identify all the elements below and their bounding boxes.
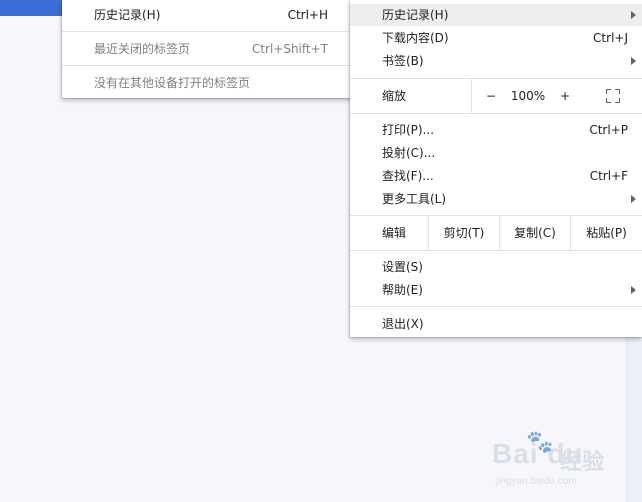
menu-divider [350, 113, 642, 114]
menu-item-label: 打印(P)... [382, 123, 435, 137]
menu-divider [62, 65, 352, 66]
menu-item-label: 书签(B) [382, 54, 424, 68]
menu-divider [350, 250, 642, 251]
submenu-item-label: 历史记录(H) [94, 8, 161, 22]
menu-item-help[interactable]: 帮助(E) [350, 279, 642, 301]
submenu-item-recently-closed: 最近关闭的标签页 Ctrl+Shift+T [62, 38, 352, 60]
zoom-row: 缩放 − 100% + [350, 79, 642, 113]
shortcut-text: Ctrl+F [589, 169, 628, 183]
shortcut-text: Ctrl+H [287, 8, 328, 22]
menu-item-more-tools[interactable]: 更多工具(L) [350, 188, 642, 210]
menu-divider [62, 31, 352, 32]
menu-item-label: 退出(X) [382, 317, 424, 331]
watermark-cn: 经验 [560, 450, 605, 475]
menu-item-label: 设置(S) [382, 260, 423, 274]
submenu-item-label: 没有在其他设备打开的标签页 [94, 76, 251, 90]
shortcut-text: Ctrl+Shift+T [251, 42, 328, 56]
cut-button[interactable]: 剪切(T) [429, 216, 499, 250]
zoom-level: 100% [510, 89, 546, 103]
zoom-label: 缩放 [382, 89, 407, 103]
edit-label: 编辑 [382, 226, 407, 240]
menu-item-label: 更多工具(L) [382, 192, 447, 206]
zoom-in-button[interactable]: + [552, 79, 578, 113]
submenu-item-label: 最近关闭的标签页 [94, 42, 191, 56]
menu-item-label: 历史记录(H) [382, 8, 449, 22]
menu-item-bookmarks[interactable]: 书签(B) [350, 50, 642, 72]
submenu-arrow-icon [631, 195, 636, 203]
paw-icon: 🐾 [526, 430, 554, 455]
baidu-jingyan-watermark: Bai du 🐾 经验 jingyan.baidu.com [490, 430, 620, 496]
zoom-out-button[interactable]: − [478, 79, 504, 113]
menu-item-find[interactable]: 查找(F)... Ctrl+F [350, 165, 642, 187]
menu-item-label: 下载内容(D) [382, 31, 449, 45]
paste-button[interactable]: 粘贴(P) [571, 216, 642, 250]
submenu-arrow-icon [631, 11, 636, 19]
fullscreen-icon[interactable] [606, 89, 620, 103]
menu-item-downloads[interactable]: 下载内容(D) Ctrl+J [350, 27, 642, 49]
history-submenu: 历史记录(H) Ctrl+H 最近关闭的标签页 Ctrl+Shift+T 没有在… [62, 0, 352, 98]
browser-top-strip [0, 0, 62, 16]
watermark-url: jingyan.baidu.com [496, 476, 577, 487]
shortcut-text: Ctrl+P [589, 123, 628, 137]
copy-button[interactable]: 复制(C) [500, 216, 570, 250]
submenu-item-history[interactable]: 历史记录(H) Ctrl+H [62, 4, 352, 26]
shortcut-text: Ctrl+J [593, 31, 628, 45]
menu-item-settings[interactable]: 设置(S) [350, 256, 642, 278]
browser-main-menu: 历史记录(H) 下载内容(D) Ctrl+J 书签(B) 缩放 − 100% +… [350, 0, 642, 337]
menu-item-exit[interactable]: 退出(X) [350, 313, 642, 335]
menu-item-cast[interactable]: 投射(C)... [350, 142, 642, 164]
submenu-arrow-icon [631, 57, 636, 65]
menu-item-print[interactable]: 打印(P)... Ctrl+P [350, 119, 642, 141]
menu-item-label: 投射(C)... [382, 146, 436, 160]
submenu-item-other-devices: 没有在其他设备打开的标签页 [62, 72, 352, 94]
menu-item-label: 帮助(E) [382, 283, 423, 297]
menu-item-history[interactable]: 历史记录(H) [350, 4, 642, 26]
edit-row: 编辑 剪切(T) 复制(C) 粘贴(P) [350, 216, 642, 250]
menu-divider [350, 306, 642, 307]
zoom-divider [471, 79, 472, 113]
submenu-arrow-icon [631, 286, 636, 294]
menu-item-label: 查找(F)... [382, 169, 434, 183]
